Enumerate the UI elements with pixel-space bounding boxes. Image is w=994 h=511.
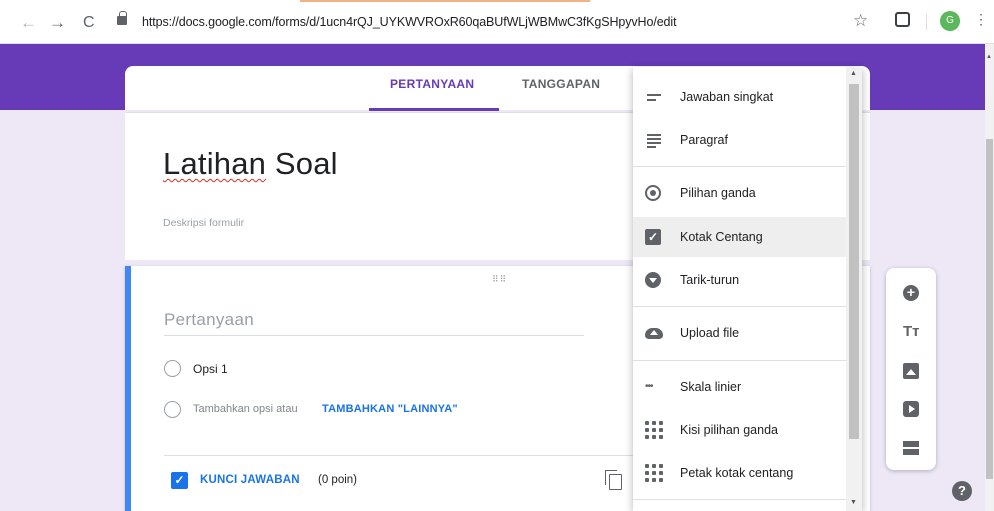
radio-circle-icon bbox=[164, 401, 181, 418]
page-scrollbar-thumb[interactable] bbox=[986, 139, 993, 479]
menu-scroll-down-icon[interactable]: ▼ bbox=[850, 499, 857, 506]
drag-handle-icon[interactable]: ⠿⠿ bbox=[492, 274, 507, 285]
menu-item-label: Upload file bbox=[680, 326, 740, 340]
menu-item-label: Jawaban singkat bbox=[680, 90, 774, 104]
menu-item-label: Paragraf bbox=[680, 133, 728, 147]
menu-scrollbar[interactable]: ▲ ▼ bbox=[846, 67, 862, 511]
linear-scale-icon: ••• bbox=[645, 381, 654, 392]
add-video-icon[interactable] bbox=[903, 401, 919, 417]
cloud-upload-icon bbox=[645, 328, 663, 339]
grid-icon bbox=[645, 421, 663, 439]
radio-button-icon bbox=[645, 185, 661, 201]
option-label[interactable]: Opsi 1 bbox=[193, 362, 228, 376]
checkbox-icon: ✓ bbox=[645, 229, 661, 245]
menu-divider bbox=[633, 306, 846, 307]
page-load-indicator bbox=[300, 0, 590, 2]
menu-item-multiple-choice-grid[interactable]: Kisi pilihan ganda bbox=[633, 410, 846, 450]
reload-icon[interactable]: C bbox=[83, 14, 95, 31]
address-bar[interactable]: https://docs.google.com/forms/d/1ucn4rQJ… bbox=[112, 9, 880, 37]
url-text[interactable]: https://docs.google.com/forms/d/1ucn4rQJ… bbox=[142, 15, 677, 29]
add-section-icon[interactable] bbox=[903, 439, 919, 455]
menu-item-label: Tarik-turun bbox=[680, 273, 740, 287]
duplicate-icon[interactable] bbox=[605, 470, 622, 490]
form-title-rest: Soal bbox=[266, 146, 338, 181]
menu-item-paragraph[interactable]: Paragraf bbox=[633, 120, 846, 160]
extension-icon[interactable] bbox=[895, 12, 910, 27]
tab-questions[interactable]: PERTANYAAN bbox=[390, 77, 474, 91]
menu-divider bbox=[633, 166, 846, 167]
dropdown-icon bbox=[645, 272, 661, 288]
question-title-input[interactable]: Pertanyaan bbox=[164, 310, 584, 336]
menu-divider bbox=[633, 499, 846, 500]
radio-circle-icon bbox=[164, 360, 181, 377]
menu-scroll-up-icon[interactable]: ▲ bbox=[850, 70, 857, 77]
question-type-menu[interactable]: Jawaban singkat Paragraf Pilihan ganda ✓… bbox=[633, 67, 862, 511]
form-description-input[interactable]: Deskripsi formulir bbox=[163, 217, 244, 229]
add-title-icon[interactable]: Tт bbox=[903, 324, 920, 340]
menu-item-file-upload[interactable]: Upload file bbox=[633, 313, 846, 353]
add-option-link[interactable]: Tambahkan opsi atau bbox=[193, 403, 298, 415]
add-item-toolbar: + Tт bbox=[886, 268, 936, 470]
page-scrollbar[interactable]: ▲ bbox=[985, 44, 994, 511]
back-icon[interactable]: ← bbox=[20, 14, 37, 31]
add-other-link[interactable]: TAMBAHKAN "LAINNYA" bbox=[322, 403, 458, 415]
short-answer-icon bbox=[645, 89, 663, 105]
forward-icon[interactable]: → bbox=[49, 14, 66, 31]
menu-item-label: Kotak Centang bbox=[680, 230, 763, 244]
menu-item-linear-scale[interactable]: ••• Skala linier bbox=[633, 367, 846, 407]
toolbar-divider bbox=[926, 14, 927, 30]
paragraph-icon bbox=[645, 132, 663, 148]
menu-divider bbox=[633, 360, 846, 361]
lock-icon bbox=[117, 11, 127, 25]
points-label: (0 poin) bbox=[318, 474, 357, 486]
menu-item-label: Kisi pilihan ganda bbox=[680, 423, 778, 437]
menu-item-multiple-choice[interactable]: Pilihan ganda bbox=[633, 173, 846, 213]
answer-key-icon: ✓ bbox=[171, 472, 188, 489]
add-question-icon[interactable]: + bbox=[903, 285, 919, 301]
scroll-up-icon[interactable]: ▲ bbox=[986, 54, 992, 60]
menu-item-label: Pilihan ganda bbox=[680, 186, 756, 200]
help-icon[interactable]: ? bbox=[952, 481, 972, 501]
form-title-word: Latihan bbox=[163, 146, 267, 181]
browser-menu-icon[interactable]: ⋮ bbox=[974, 12, 988, 26]
menu-item-label: Petak kotak centang bbox=[680, 466, 794, 480]
bookmark-star-icon[interactable]: ☆ bbox=[853, 11, 868, 31]
menu-item-label: Skala linier bbox=[680, 380, 742, 394]
menu-item-checkbox-grid[interactable]: Petak kotak centang bbox=[633, 453, 846, 493]
active-tab-indicator bbox=[369, 108, 499, 111]
add-image-icon[interactable] bbox=[903, 363, 919, 379]
form-title[interactable]: Latihan Soal bbox=[163, 146, 338, 182]
menu-scrollbar-thumb[interactable] bbox=[849, 84, 859, 439]
menu-item-dropdown[interactable]: Tarik-turun bbox=[633, 260, 846, 300]
menu-item-checkboxes[interactable]: ✓ Kotak Centang bbox=[633, 217, 846, 257]
answer-key-label: KUNCI JAWABAN bbox=[200, 474, 300, 486]
browser-toolbar: ← → C https://docs.google.com/forms/d/1u… bbox=[0, 0, 994, 44]
menu-item-short-answer[interactable]: Jawaban singkat bbox=[633, 77, 846, 117]
tab-responses[interactable]: TANGGAPAN bbox=[522, 77, 600, 91]
profile-avatar[interactable]: G bbox=[940, 11, 960, 31]
grid-icon bbox=[645, 464, 663, 482]
